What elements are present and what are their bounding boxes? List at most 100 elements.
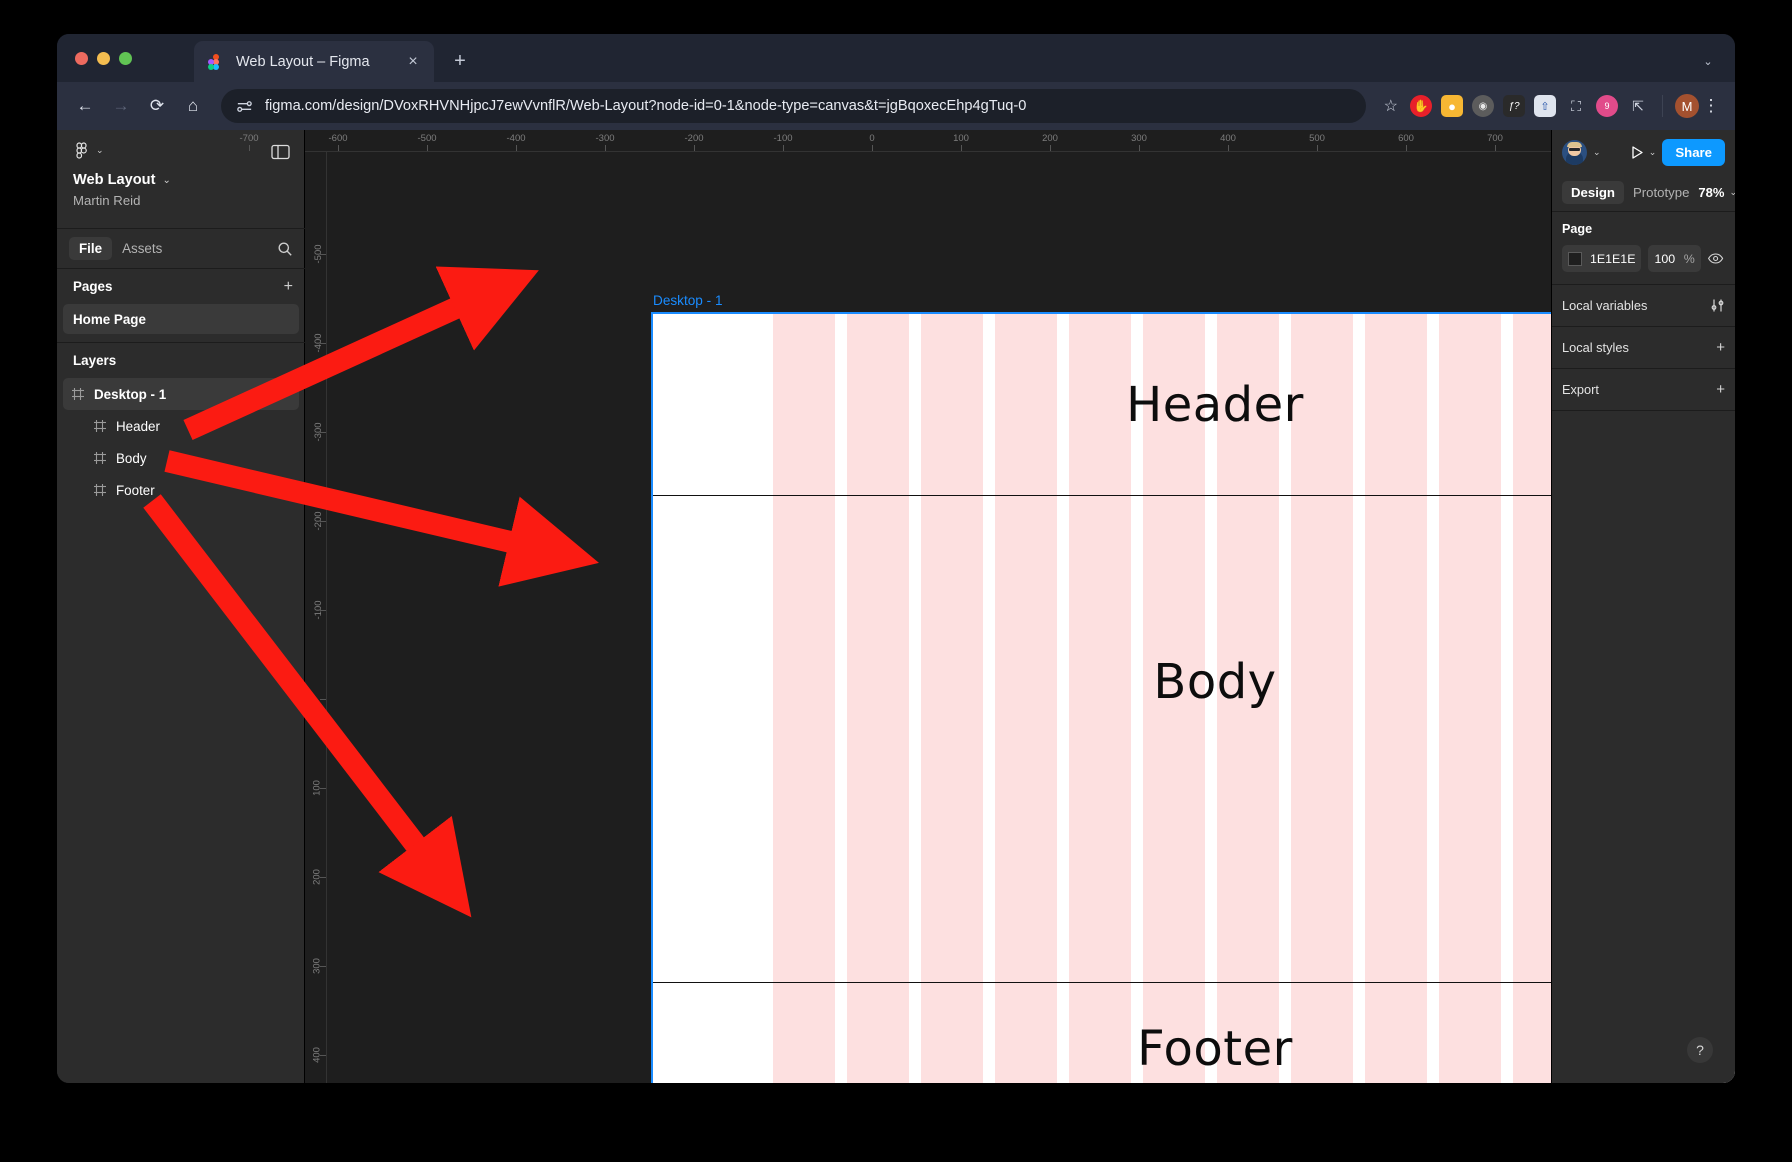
screenshot-extension-icon[interactable]: ◉ <box>1472 95 1494 117</box>
home-button[interactable]: ⌂ <box>177 90 209 122</box>
page-item-home[interactable]: Home Page <box>63 304 299 334</box>
tab-strip: Web Layout – Figma × + ⌄ <box>57 34 1735 82</box>
zoom-control[interactable]: 78% ⌄ <box>1698 185 1735 200</box>
ruler-tick-label: -400 <box>506 133 526 144</box>
lightbulb-extension-icon[interactable]: ● <box>1441 95 1463 117</box>
profile-avatar[interactable]: M <box>1675 94 1699 118</box>
local-variables-label: Local variables <box>1562 298 1648 313</box>
close-tab-icon[interactable]: × <box>402 51 424 73</box>
chevron-down-icon[interactable]: ⌄ <box>1695 49 1721 75</box>
ruler-tick-label: 600 <box>1398 133 1414 144</box>
ruler-tick-label: 0 <box>306 696 318 702</box>
page-color-input[interactable]: 1E1E1E <box>1562 245 1642 272</box>
present-button[interactable]: ⌄ <box>1630 145 1657 160</box>
adblock-extension-icon[interactable]: ✋ <box>1410 95 1432 117</box>
file-name-row[interactable]: Web Layout ⌄ <box>73 172 171 188</box>
badge-extension-icon[interactable]: 9 <box>1596 95 1618 117</box>
layers-title: Layers <box>73 353 117 368</box>
ruler-tick-label: -100 <box>773 133 793 144</box>
address-input[interactable]: figma.com/design/DVoxRHVNHjpcJ7ewVvnflR/… <box>221 89 1366 123</box>
eye-icon[interactable] <box>1706 253 1725 264</box>
add-local-style-button[interactable]: + <box>1716 339 1725 356</box>
frame-label-desktop-1[interactable]: Desktop - 1 <box>653 293 723 308</box>
reload-button[interactable]: ⟳ <box>141 90 173 122</box>
ruler-tick-mark <box>783 145 784 151</box>
minimize-window-button[interactable] <box>97 52 110 65</box>
ruler-tick-label: 0 <box>869 133 875 144</box>
ruler-tick-mark <box>427 145 428 151</box>
close-window-button[interactable] <box>75 52 88 65</box>
ruler-tick-mark <box>961 145 962 151</box>
pages-title: Pages <box>73 279 113 294</box>
ruler-tick-label: -500 <box>417 133 437 144</box>
tab-prototype[interactable]: Prototype <box>1624 181 1698 204</box>
layer-item-footer[interactable]: Footer <box>63 474 299 506</box>
sliders-icon[interactable] <box>1710 298 1725 313</box>
layer-label: Header <box>116 418 160 434</box>
ruler-tick-mark <box>605 145 606 151</box>
tab-file[interactable]: File <box>69 237 113 260</box>
ruler-tick-mark <box>1406 145 1407 151</box>
browser-tab[interactable]: Web Layout – Figma × <box>194 41 434 82</box>
bookmark-star-icon[interactable]: ☆ <box>1384 96 1398 116</box>
tab-design[interactable]: Design <box>1562 181 1624 204</box>
layer-item-desktop-1[interactable]: Desktop - 1 <box>63 378 299 410</box>
add-export-button[interactable]: + <box>1716 381 1725 398</box>
layers-section-header: Layers <box>57 342 305 378</box>
canvas-area[interactable]: -700 -600 -500 -400 -300 -200 -100 0 100 200 300 40… <box>239 130 1735 1083</box>
share-button[interactable]: Share <box>1662 138 1725 166</box>
help-button[interactable]: ? <box>1687 1037 1713 1063</box>
share-extension-icon[interactable]: ⇱ <box>1627 95 1649 117</box>
ruler-tick-label: -600 <box>328 133 348 144</box>
select-region-icon[interactable]: ⛶ <box>1565 95 1587 117</box>
browser-menu-icon[interactable]: ⋮ <box>1699 96 1723 116</box>
tab-assets[interactable]: Assets <box>112 237 172 260</box>
layer-item-body[interactable]: Body <box>63 442 299 474</box>
ruler-tick-mark <box>320 1055 326 1056</box>
frame-icon <box>94 452 106 464</box>
ruler-tick-mark <box>320 699 326 700</box>
page-section: Page 1E1E1E 100 % <box>1552 212 1735 285</box>
file-owner: Martin Reid <box>73 193 141 208</box>
layer-label: Desktop - 1 <box>94 386 167 402</box>
ruler-tick-mark <box>320 343 326 344</box>
ruler-tick-mark <box>249 145 250 151</box>
local-styles-row[interactable]: Local styles + <box>1552 327 1735 369</box>
layer-item-header[interactable]: Header <box>63 410 299 442</box>
avatar[interactable] <box>1562 139 1587 165</box>
ruler-tick-mark <box>320 521 326 522</box>
chevron-down-icon[interactable]: ⌄ <box>1593 147 1601 158</box>
formula-extension-icon[interactable]: ƒ? <box>1503 95 1525 117</box>
right-panel: ⌄ ⌄ Share Design Prototype 78% ⌄ Page 1E… <box>1551 130 1735 1083</box>
figma-main-menu-button[interactable]: ⌄ <box>73 142 104 159</box>
ruler-tick-mark <box>320 877 326 878</box>
panel-toggle-icon[interactable] <box>271 144 290 160</box>
export-row[interactable]: Export + <box>1552 369 1735 411</box>
page-color-row: 1E1E1E 100 % <box>1562 245 1725 272</box>
figma-icon <box>208 53 224 70</box>
address-bar: ← → ⟳ ⌂ figma.com/design/DVoxRHVNHjpcJ7e… <box>57 82 1735 130</box>
ruler-tick-mark <box>320 788 326 789</box>
ruler-tick-mark <box>320 966 326 967</box>
ruler-tick-mark <box>320 432 326 433</box>
tab-title: Web Layout – Figma <box>236 53 370 70</box>
back-button[interactable]: ← <box>69 90 101 122</box>
ruler-tick-label: -300 <box>595 133 615 144</box>
new-tab-button[interactable]: + <box>447 49 473 75</box>
chevron-down-icon[interactable]: ⌄ <box>162 175 170 186</box>
sidebar-tabs: File Assets <box>57 228 305 268</box>
search-icon[interactable] <box>277 241 293 257</box>
layer-label: Footer <box>116 482 155 498</box>
add-page-button[interactable]: + <box>284 278 293 296</box>
local-variables-row[interactable]: Local variables <box>1552 285 1735 327</box>
maximize-window-button[interactable] <box>119 52 132 65</box>
window-controls <box>75 52 132 65</box>
forward-button[interactable]: → <box>105 90 137 122</box>
page-opacity-input[interactable]: 100 % <box>1648 245 1701 272</box>
ruler-tick-label: 500 <box>1309 133 1325 144</box>
color-swatch[interactable] <box>1568 251 1582 266</box>
ruler-tick-mark <box>320 610 326 611</box>
page-settings-icon[interactable] <box>235 97 254 116</box>
password-manager-extension-icon[interactable]: ⇧ <box>1534 95 1556 117</box>
chevron-down-icon[interactable]: ⌄ <box>1649 147 1657 158</box>
